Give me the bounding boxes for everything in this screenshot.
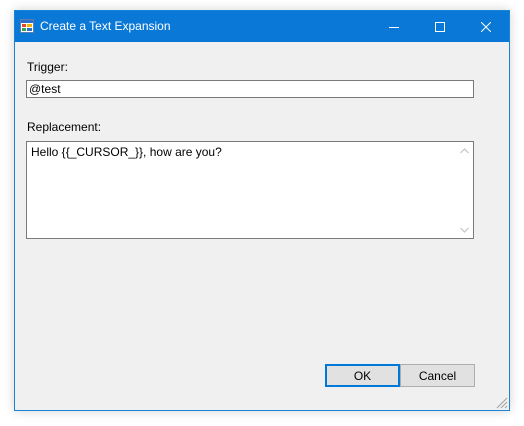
maximize-button[interactable] xyxy=(417,11,463,42)
trigger-label: Trigger: xyxy=(27,60,68,74)
cancel-button[interactable]: Cancel xyxy=(400,364,475,387)
resize-grip-icon[interactable] xyxy=(494,395,508,409)
app-form-icon xyxy=(20,19,34,33)
title-bar[interactable]: Create a Text Expansion xyxy=(15,11,509,42)
ok-button[interactable]: OK xyxy=(325,364,400,387)
close-icon xyxy=(481,21,491,32)
maximize-icon xyxy=(435,21,445,32)
close-button[interactable] xyxy=(463,11,509,42)
minimize-button[interactable] xyxy=(371,11,417,42)
minimize-icon xyxy=(389,26,399,28)
replacement-field: Hello {{_CURSOR_}}, how are you? xyxy=(26,141,474,239)
window-title: Create a Text Expansion xyxy=(40,19,171,33)
replacement-scrollbar[interactable] xyxy=(456,142,473,238)
replacement-textarea[interactable]: Hello {{_CURSOR_}}, how are you? xyxy=(27,142,457,238)
chevron-up-icon xyxy=(460,147,469,153)
replacement-label: Replacement: xyxy=(27,120,102,134)
dialog-window: Create a Text Expansion Trigger: Replace… xyxy=(14,10,510,411)
scroll-down-button[interactable] xyxy=(456,221,473,238)
chevron-down-icon xyxy=(460,227,469,233)
trigger-input[interactable] xyxy=(26,80,474,98)
scroll-up-button[interactable] xyxy=(456,142,473,159)
